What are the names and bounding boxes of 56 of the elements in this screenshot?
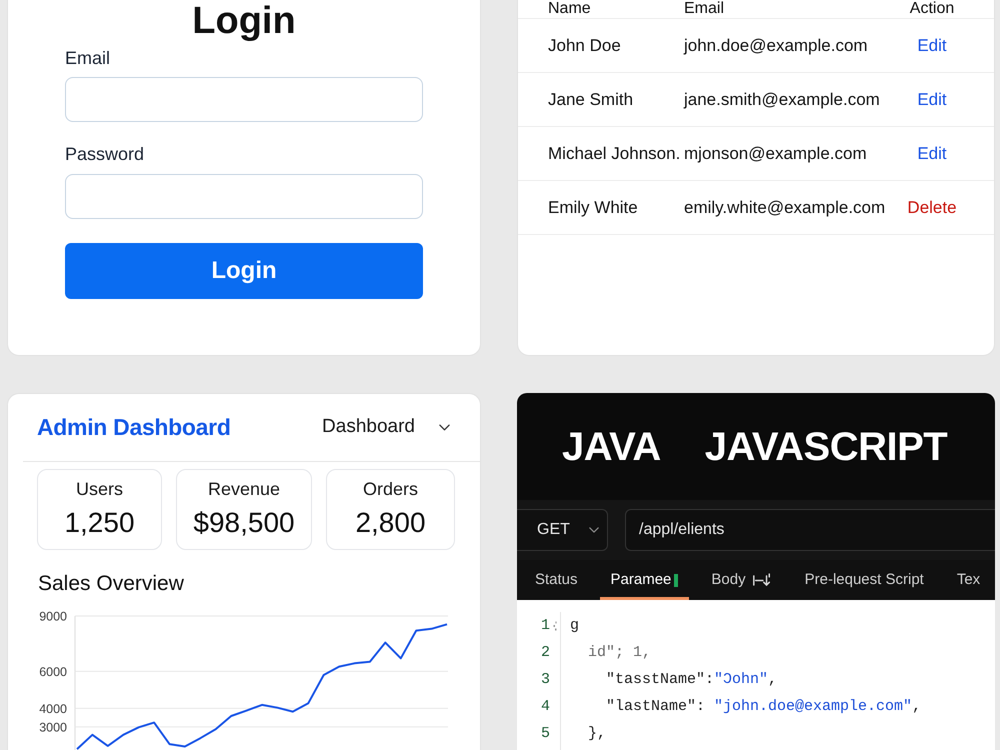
table-cell-text: Michael Johnson.: [548, 142, 680, 165]
line-number: 5: [540, 724, 550, 744]
login-button[interactable]: Login: [65, 243, 423, 299]
tab[interactable]: Pre-lequest Script: [794, 560, 935, 600]
tab[interactable]: Tex: [946, 560, 992, 600]
chart-title: Sales Overview: [38, 572, 184, 596]
input-field[interactable]: [65, 77, 423, 122]
table-cell-text: Emily White: [548, 196, 638, 219]
stat-value: 2,800: [355, 506, 426, 540]
line-number: 1: [540, 616, 550, 636]
stat-label: Revenue: [208, 478, 280, 500]
y-axis-label: 6000: [39, 664, 67, 679]
code-line: g: [570, 616, 580, 636]
line-number: 3: [540, 670, 550, 690]
line-number: 4: [540, 697, 550, 717]
delete-link[interactable]: Delete: [907, 194, 957, 220]
field-label: Email: [65, 47, 112, 69]
bar-arrow-icon: [752, 572, 772, 588]
url-field[interactable]: /appl/elients: [625, 509, 995, 551]
table-cell-text: Jane Smith: [548, 88, 634, 111]
dashboard-title: Admin Dashboard: [37, 413, 231, 442]
edit-link[interactable]: Edit: [917, 86, 947, 112]
table-cell-text: John Doe: [548, 34, 621, 57]
field-label: Password: [65, 143, 146, 165]
stat-value: 1,250: [64, 506, 135, 540]
view-dropdown[interactable]: Dashboard: [322, 413, 450, 442]
code-line: "tasstName":"Ɔohn",: [605, 670, 778, 690]
edit-link[interactable]: Edit: [917, 140, 947, 166]
y-axis-label: 4000: [39, 702, 67, 716]
table-cell-text: emily.white@example.com: [684, 196, 886, 219]
line-number: 2: [540, 643, 550, 663]
login-title: Login: [192, 0, 296, 42]
column-header: Name: [548, 0, 591, 18]
table-cell-text: john.doe@example.com: [684, 34, 868, 57]
tab[interactable]: Status: [524, 560, 589, 600]
tab[interactable]: Body: [700, 560, 783, 600]
stat-label: Orders: [362, 478, 418, 500]
table-cell-text: jane.smith@example.com: [684, 88, 880, 111]
table-cell-text: mjonson@example.com: [684, 142, 867, 165]
code-line: },: [587, 724, 606, 744]
chevron-down-icon: [589, 527, 599, 533]
column-header: Email: [684, 0, 724, 18]
y-axis-label: 9000: [39, 610, 67, 624]
code-line: id"; 1,: [587, 643, 652, 663]
y-axis-label: 3000: [39, 720, 67, 734]
bar-marker-icon: [674, 574, 678, 586]
input-field[interactable]: [65, 174, 423, 219]
language-title: JAVA: [562, 424, 661, 470]
edit-link[interactable]: Edit: [917, 32, 947, 58]
language-title: JAVASCRIPT: [704, 424, 948, 470]
code-line: "lastName": "john.doe@example.com",: [605, 697, 922, 717]
stat-value: $98,500: [193, 506, 295, 540]
method-select[interactable]: GET: [517, 509, 608, 551]
stat-label: Users: [76, 478, 123, 500]
chevron-down-icon: [439, 424, 450, 431]
column-header: Action: [910, 0, 954, 18]
